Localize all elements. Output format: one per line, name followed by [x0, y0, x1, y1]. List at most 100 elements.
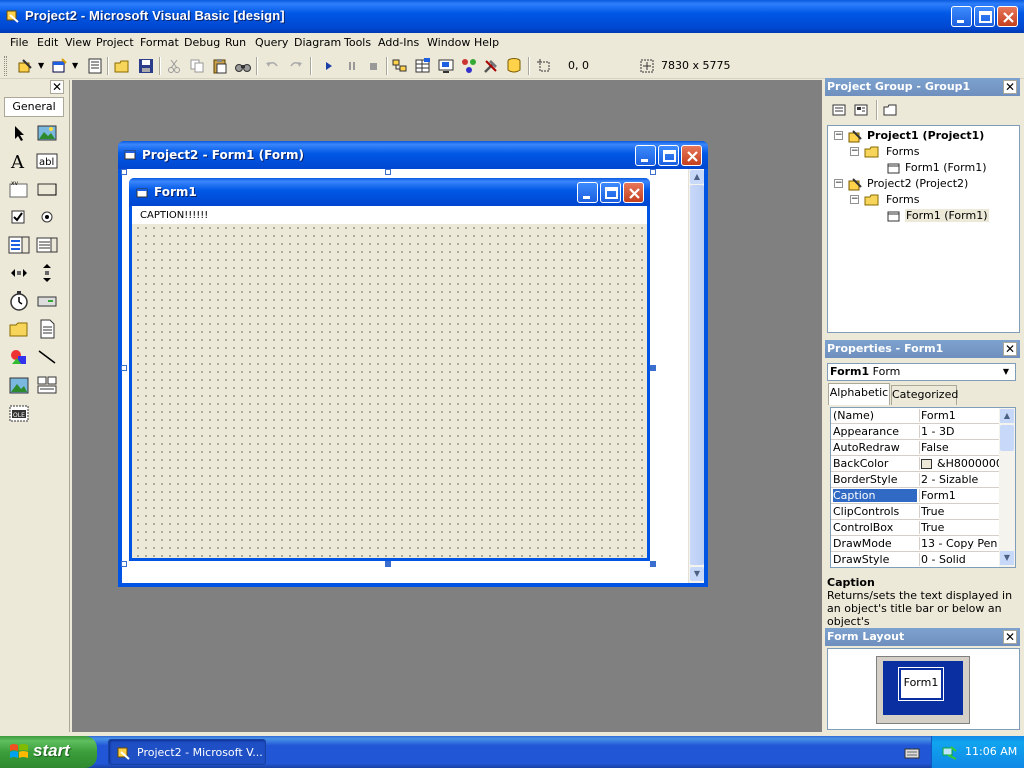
listbox-tool-icon[interactable] — [36, 234, 58, 256]
collapse-icon[interactable]: − — [834, 131, 843, 140]
resize-handle[interactable] — [650, 561, 656, 567]
image-tool-icon[interactable] — [8, 374, 30, 396]
form1-design-grid[interactable]: CAPTION!!!!!! — [132, 206, 647, 558]
save-icon[interactable] — [137, 57, 155, 75]
timer-tool-icon[interactable] — [8, 290, 30, 312]
object-selector-combo[interactable]: Form1 Form ▼ — [827, 363, 1016, 381]
tab-alphabetic[interactable]: Alphabetic — [828, 383, 890, 405]
designer-minimize-button[interactable] — [635, 145, 656, 166]
menu-query[interactable]: Query — [255, 35, 288, 51]
resize-handle[interactable] — [385, 169, 391, 175]
form1-window[interactable]: Form1 CAPTION!!!!!! — [129, 178, 650, 561]
main-title-bar[interactable]: Project2 - Microsoft Visual Basic [desig… — [0, 0, 1024, 33]
optionbutton-tool-icon[interactable] — [36, 206, 58, 228]
scroll-up-arrow-icon[interactable]: ▲ — [1000, 409, 1014, 423]
dropdown-arrow-icon[interactable]: ▼ — [72, 61, 78, 70]
close-button[interactable] — [997, 6, 1018, 27]
menu-help[interactable]: Help — [474, 35, 499, 51]
chevron-down-icon[interactable]: ▼ — [999, 365, 1013, 379]
resize-handle[interactable] — [650, 169, 656, 175]
collapse-icon[interactable]: − — [850, 195, 859, 204]
property-row[interactable]: ClipControls True — [831, 504, 999, 520]
filelistbox-tool-icon[interactable] — [36, 318, 58, 340]
scroll-up-arrow-icon[interactable]: ▲ — [690, 170, 704, 184]
property-row[interactable]: BorderStyle 2 - Sizable — [831, 472, 999, 488]
designer-vscrollbar[interactable]: ▲ ▼ — [688, 169, 704, 583]
property-row-caption-selected[interactable]: Caption Form1 — [831, 488, 999, 504]
dropdown-arrow-icon[interactable]: ▼ — [38, 61, 44, 70]
menu-diagram[interactable]: Diagram — [294, 35, 341, 51]
scroll-thumb[interactable] — [1000, 425, 1014, 451]
tree-item-forms[interactable]: Forms — [886, 193, 919, 206]
data-tool-icon[interactable] — [36, 374, 58, 396]
property-row[interactable]: Appearance 1 - 3D — [831, 424, 999, 440]
cut-icon[interactable] — [165, 57, 183, 75]
textbox-tool-icon[interactable]: abl — [36, 150, 58, 172]
toolbar-grip[interactable] — [4, 56, 7, 76]
commandbutton-tool-icon[interactable] — [36, 178, 58, 200]
form1-title-bar[interactable]: Form1 — [129, 178, 650, 206]
ole-tool-icon[interactable]: OLE — [8, 402, 30, 424]
toolbox-icon[interactable] — [482, 57, 500, 75]
property-row[interactable]: (Name) Form1 — [831, 408, 999, 424]
add-form-icon[interactable] — [50, 57, 68, 75]
menu-debug[interactable]: Debug — [184, 35, 220, 51]
properties-window-icon[interactable] — [414, 57, 432, 75]
tab-categorized[interactable]: Categorized — [891, 385, 958, 405]
end-stop-icon[interactable] — [365, 57, 383, 75]
vscrollbar-tool-icon[interactable] — [36, 262, 58, 284]
menu-file[interactable]: File — [10, 35, 28, 51]
label-tool-icon[interactable]: A — [8, 150, 30, 172]
network-icon[interactable] — [942, 745, 958, 761]
form-layout-preview[interactable]: Form1 — [898, 667, 944, 701]
toggle-folders-icon[interactable] — [882, 102, 898, 118]
tree-item-project2[interactable]: Project2 (Project2) — [867, 177, 968, 190]
resize-handle[interactable] — [385, 561, 391, 567]
designer-maximize-button[interactable] — [658, 145, 679, 166]
data-view-icon[interactable] — [505, 57, 523, 75]
copy-icon[interactable] — [188, 57, 206, 75]
properties-vscrollbar[interactable]: ▲ ▼ — [999, 408, 1015, 567]
find-icon[interactable] — [234, 57, 252, 75]
designer-title-bar[interactable]: Project2 - Form1 (Form) — [118, 141, 708, 169]
project-group-close-button[interactable]: ✕ — [1003, 80, 1017, 94]
scroll-thumb[interactable] — [690, 185, 704, 565]
combobox-tool-icon[interactable] — [8, 234, 30, 256]
pointer-tool-icon[interactable] — [8, 122, 30, 144]
tree-item-forms[interactable]: Forms — [886, 145, 919, 158]
form-layout-icon[interactable] — [437, 57, 455, 75]
menu-project[interactable]: Project — [96, 35, 134, 51]
resize-handle[interactable] — [121, 365, 127, 371]
tree-item-project1[interactable]: Project1 (Project1) — [867, 129, 984, 142]
shape-tool-icon[interactable] — [8, 346, 30, 368]
project-explorer-icon[interactable] — [391, 57, 409, 75]
checkbox-tool-icon[interactable] — [8, 206, 30, 228]
hscrollbar-tool-icon[interactable] — [8, 262, 30, 284]
drivelistbox-tool-icon[interactable] — [36, 290, 58, 312]
keyboard-icon[interactable] — [904, 746, 920, 760]
form-layout-close-button[interactable]: ✕ — [1003, 630, 1017, 644]
collapse-icon[interactable]: − — [850, 147, 859, 156]
maximize-button[interactable] — [974, 6, 995, 27]
view-object-icon[interactable] — [853, 102, 869, 118]
line-tool-icon[interactable] — [36, 346, 58, 368]
property-row[interactable]: AutoRedraw False — [831, 440, 999, 456]
undo-icon[interactable] — [263, 57, 281, 75]
view-code-icon[interactable] — [831, 102, 847, 118]
paste-icon[interactable] — [211, 57, 229, 75]
menu-window[interactable]: Window — [427, 35, 470, 51]
form1-caption-label[interactable]: CAPTION!!!!!! — [140, 210, 211, 221]
property-row[interactable]: ControlBox True — [831, 520, 999, 536]
menu-add-ins[interactable]: Add-Ins — [378, 35, 419, 51]
frame-tool-icon[interactable]: xv — [8, 178, 30, 200]
form1-minimize-button[interactable] — [577, 182, 598, 203]
collapse-icon[interactable]: − — [834, 179, 843, 188]
redo-icon[interactable] — [287, 57, 305, 75]
toolbox-general-tab[interactable]: General — [4, 97, 64, 117]
picturebox-tool-icon[interactable] — [36, 122, 58, 144]
menu-view[interactable]: View — [65, 35, 91, 51]
add-project-icon[interactable] — [17, 57, 35, 75]
start-run-icon[interactable] — [320, 57, 338, 75]
resize-handle[interactable] — [121, 561, 127, 567]
start-button[interactable]: start — [0, 736, 97, 768]
